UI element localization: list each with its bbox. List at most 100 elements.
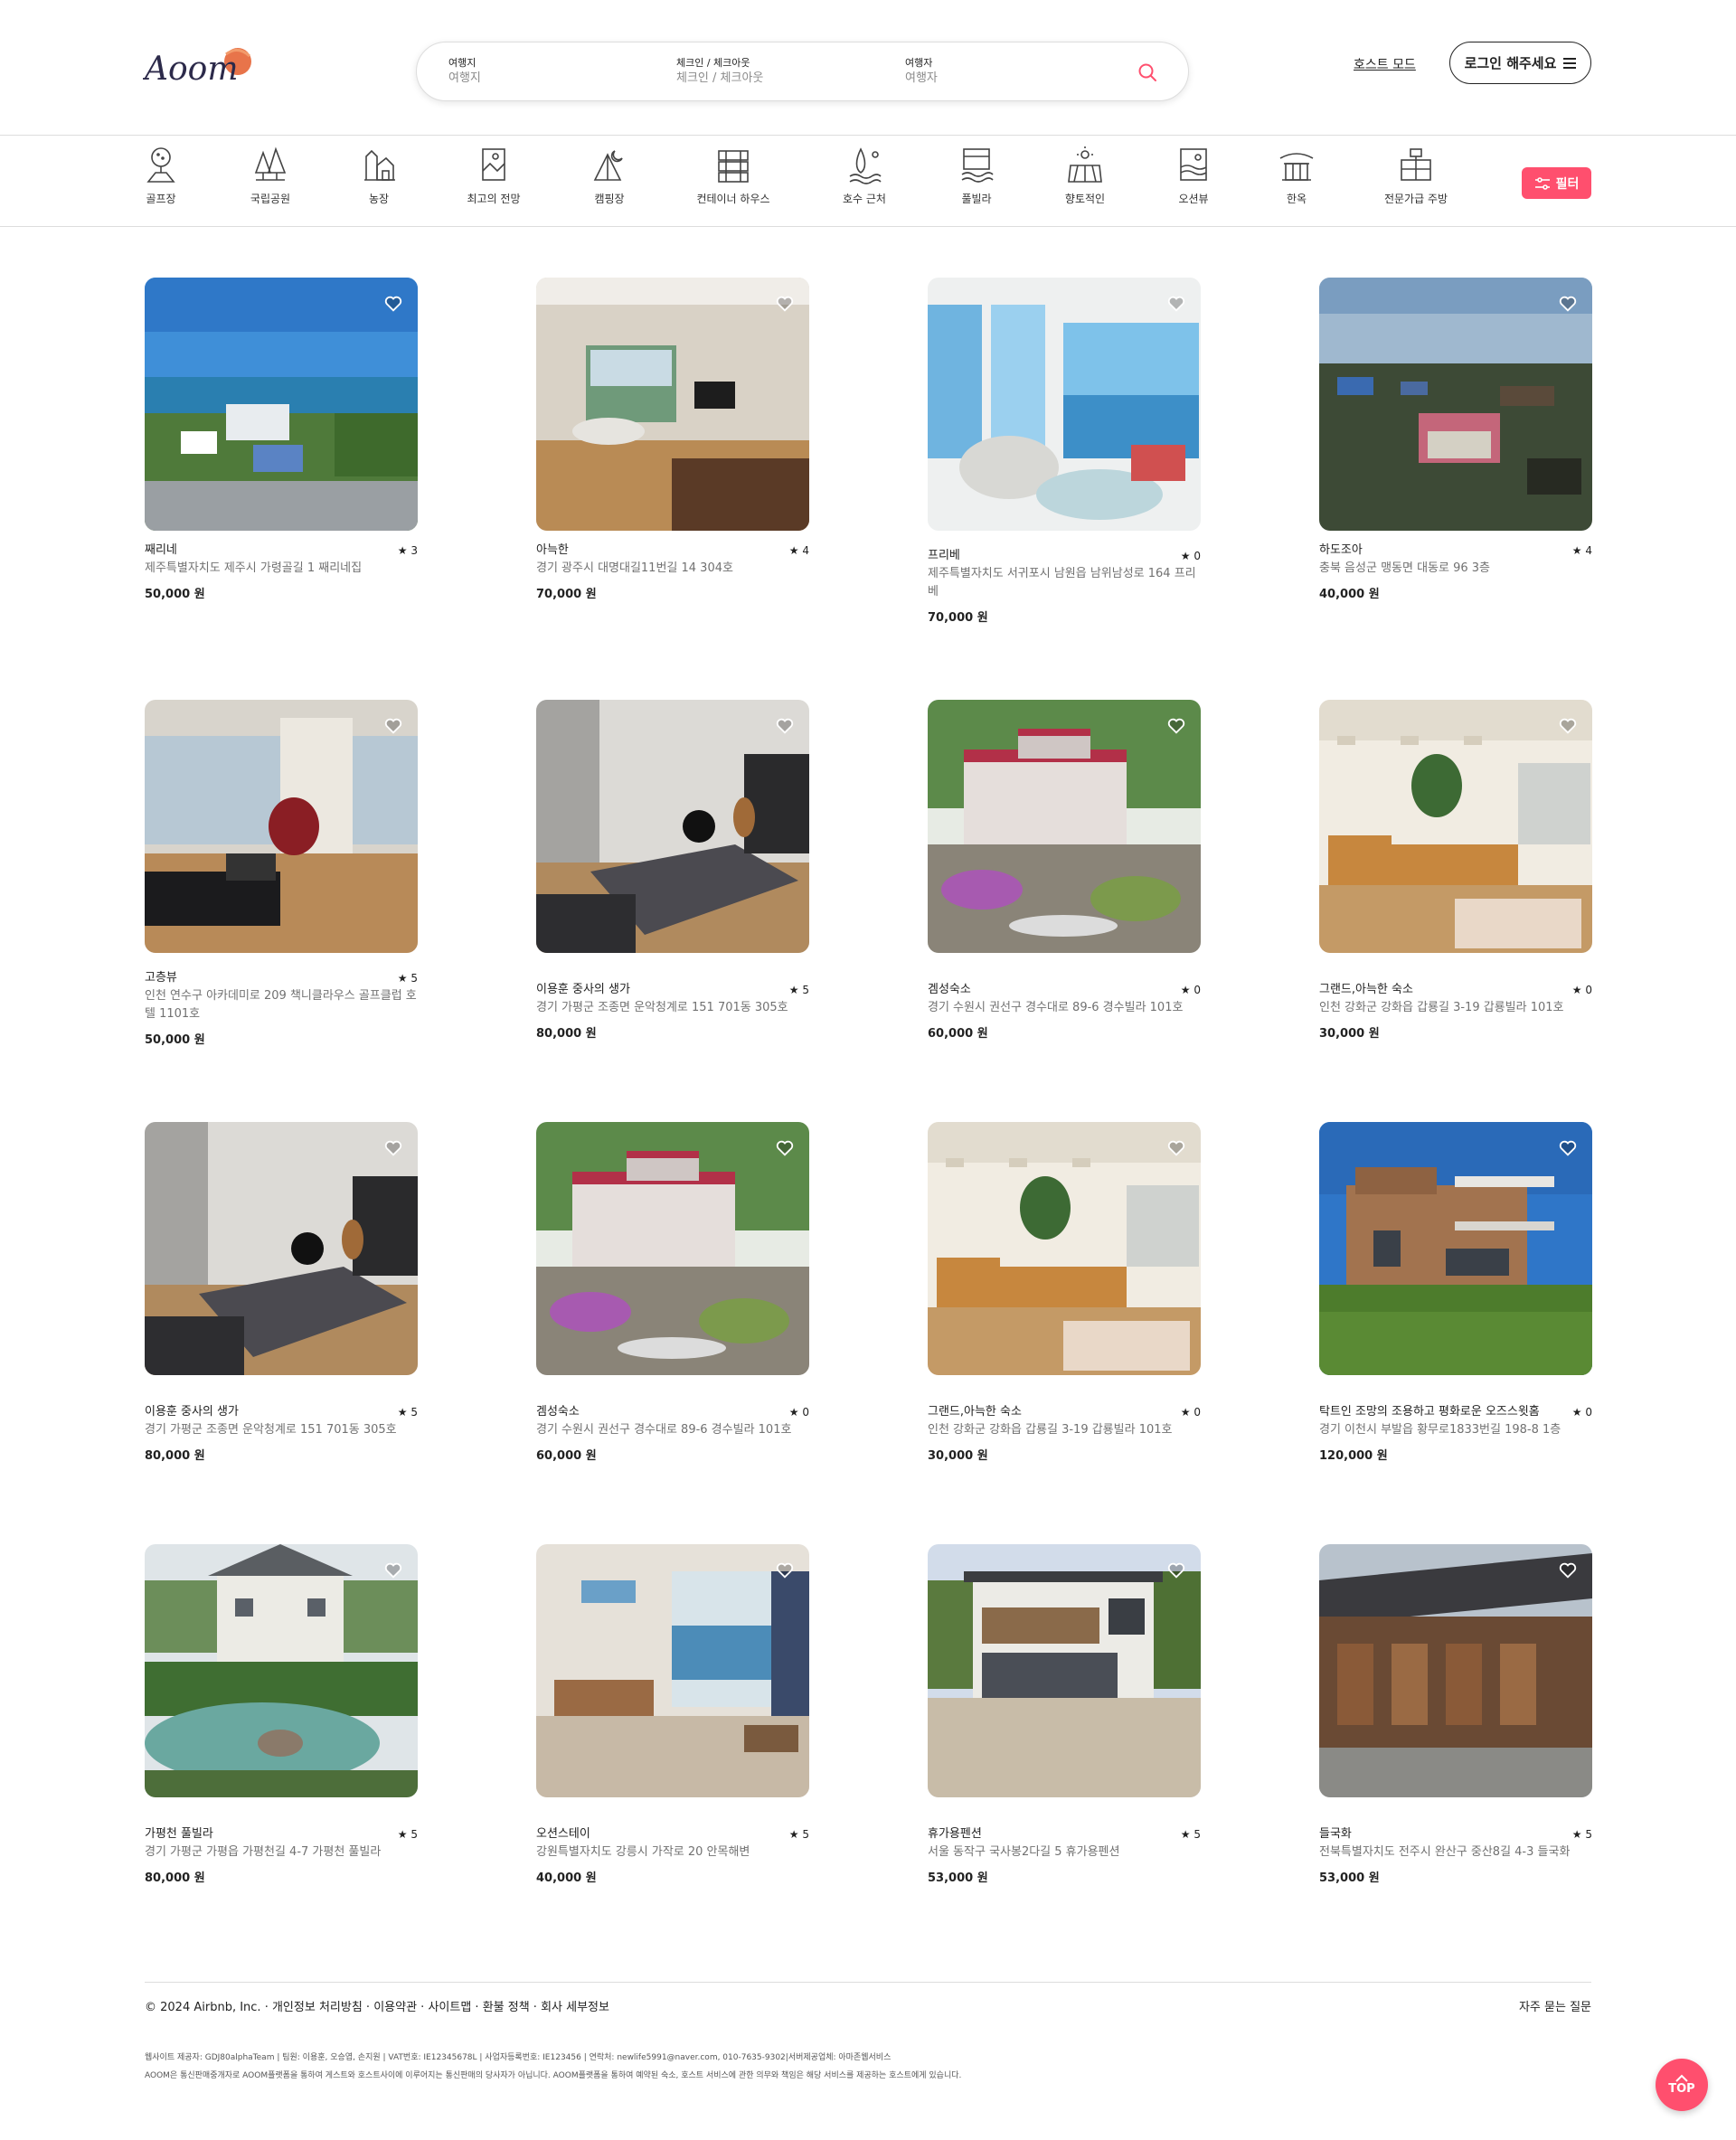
category-camping[interactable]: 캠핑장 bbox=[560, 146, 659, 206]
listing-photo-bedroom[interactable] bbox=[536, 700, 809, 953]
category-golf[interactable]: 골프장 bbox=[111, 146, 211, 206]
heart-icon[interactable] bbox=[1558, 294, 1578, 314]
listing-address: 서울 동작구 국사봉2다길 5 휴가용펜션 bbox=[928, 1845, 1120, 1859]
listing-photo-sofa-room[interactable] bbox=[1319, 700, 1592, 953]
category-ocean-view[interactable]: 오션뷰 bbox=[1144, 146, 1243, 206]
guests-field[interactable]: 여행자 여행자 bbox=[905, 57, 938, 88]
listing-name: 이용훈 중사의 생가 bbox=[145, 1405, 239, 1419]
best-view-icon bbox=[482, 148, 505, 181]
listing-rating: ★ 5 bbox=[1571, 1828, 1592, 1841]
heart-icon[interactable] bbox=[775, 294, 795, 314]
listing-photo-sofa-room[interactable] bbox=[928, 1122, 1201, 1375]
scroll-top-button[interactable]: TOP bbox=[1656, 2059, 1708, 2111]
listing-photo-living-room[interactable] bbox=[536, 278, 809, 531]
star-icon: ★ bbox=[788, 1406, 803, 1419]
heart-icon[interactable] bbox=[1558, 1560, 1578, 1580]
heart-icon[interactable] bbox=[383, 716, 403, 736]
camping-icon bbox=[593, 150, 623, 181]
listing-photo-highrise-lounge[interactable] bbox=[145, 700, 418, 953]
footer-info: 웹사이트 제공자: GDJ80alphaTeam | 팀원: 이용훈, 오승엽,… bbox=[145, 2049, 961, 2085]
container-house-icon bbox=[718, 150, 749, 183]
where-field[interactable]: 여행지 여행지 bbox=[448, 57, 481, 88]
faq-link[interactable]: 자주 묻는 질문 bbox=[1519, 1997, 1591, 2014]
footer-link-privacy[interactable]: 개인정보 처리방침 bbox=[272, 2001, 363, 2014]
listing-photo-garden-house[interactable] bbox=[536, 1122, 809, 1375]
guests-placeholder[interactable]: 여행자 bbox=[905, 70, 938, 88]
listing-rating: ★ 5 bbox=[788, 984, 809, 996]
filter-label: 필터 bbox=[1555, 176, 1580, 192]
listing-rating: ★ 0 bbox=[788, 1406, 809, 1419]
listing-photo-pond-villa[interactable] bbox=[145, 1544, 418, 1797]
heart-icon[interactable] bbox=[383, 1560, 403, 1580]
header: Aoom 여행지 여행지 체크인 / 체크아웃 체크인 / 체크아웃 여행자 여… bbox=[0, 0, 1736, 136]
listing-address: 인천 강화군 강화읍 갑룡길 3-19 갑룡빌라 101호 bbox=[1319, 1001, 1564, 1014]
listing-address: 인천 연수구 아카데미로 209 책니클라우스 골프클럽 호텔 1101호 bbox=[145, 989, 417, 1021]
footer-link-terms[interactable]: 이용약관 bbox=[373, 2001, 417, 2014]
listing-address: 경기 수원시 권선구 경수대로 89-6 경수빌라 101호 bbox=[536, 1423, 792, 1437]
listing-photo-hanok-house[interactable] bbox=[1319, 1544, 1592, 1797]
listing-photo-ocean-view-room[interactable] bbox=[928, 278, 1201, 531]
listing-rating: ★ 0 bbox=[1180, 550, 1201, 562]
listing-photo-garden-house[interactable] bbox=[928, 700, 1201, 953]
heart-icon[interactable] bbox=[1166, 294, 1186, 314]
heart-icon[interactable] bbox=[1558, 1138, 1578, 1158]
listing-address: 경기 수원시 권선구 경수대로 89-6 경수빌라 101호 bbox=[928, 1001, 1184, 1014]
login-button[interactable]: 로그인 해주세요 bbox=[1449, 42, 1591, 84]
heart-icon[interactable] bbox=[1166, 716, 1186, 736]
listing-price: 60,000 원 bbox=[536, 1449, 597, 1463]
category-label: 오션뷰 bbox=[1178, 193, 1209, 205]
heart-icon[interactable] bbox=[775, 1560, 795, 1580]
footer-link-sitemap[interactable]: 사이트맵 bbox=[428, 2001, 471, 2014]
listing-photo-brick-house[interactable] bbox=[1319, 1122, 1592, 1375]
listing-info: 오션스테이 ★ 5 강원특별자치도 강릉시 가작로 20 안목해변 40,000 … bbox=[536, 1825, 809, 1888]
sliders-icon bbox=[1534, 176, 1550, 190]
listing-price: 40,000 원 bbox=[536, 1871, 597, 1885]
listing-info: 이용훈 중사의 생가 ★ 5 경기 가평군 조종면 운악청계로 151 701동 … bbox=[536, 981, 809, 1043]
logo[interactable]: Aoom bbox=[143, 42, 256, 92]
heart-icon[interactable] bbox=[775, 1138, 795, 1158]
heart-icon[interactable] bbox=[1166, 1560, 1186, 1580]
search-button[interactable] bbox=[1133, 58, 1162, 87]
listing-photo-ocean-apartment[interactable] bbox=[536, 1544, 809, 1797]
listing-address: 경기 가평군 조종면 운악청계로 151 701동 305호 bbox=[145, 1423, 397, 1437]
category-national-park[interactable]: 국립공원 bbox=[221, 146, 320, 206]
login-label: 로그인 해주세요 bbox=[1464, 55, 1557, 71]
category-container-house[interactable]: 컨테이너 하우스 bbox=[684, 146, 783, 206]
heart-icon[interactable] bbox=[1166, 1138, 1186, 1158]
category-countryside[interactable]: 향토적인 bbox=[1035, 146, 1135, 206]
listing-price: 40,000 원 bbox=[1319, 588, 1380, 601]
footer-link-refund[interactable]: 환불 정책 bbox=[483, 2001, 530, 2014]
filter-button[interactable]: 필터 bbox=[1522, 167, 1591, 199]
category-bar: 골프장 국립공원 농장 최고의 전망 캠핑장 컨테이너 하우스 호수 근처 풀빌… bbox=[0, 137, 1736, 227]
listing-address: 경기 광주시 대명대길11번길 14 304호 bbox=[536, 561, 733, 575]
where-placeholder[interactable]: 여행지 bbox=[448, 70, 481, 88]
heart-icon[interactable] bbox=[383, 1138, 403, 1158]
category-lake[interactable]: 호수 근처 bbox=[815, 146, 914, 206]
category-hanok[interactable]: 한옥 bbox=[1247, 146, 1346, 206]
dates-field[interactable]: 체크인 / 체크아웃 체크인 / 체크아웃 bbox=[676, 57, 763, 88]
category-best-view[interactable]: 최고의 전망 bbox=[444, 146, 543, 206]
host-mode-link[interactable]: 호스트 모드 bbox=[1354, 55, 1416, 73]
listing-photo-aerial-village[interactable] bbox=[1319, 278, 1592, 531]
heart-icon[interactable] bbox=[1558, 716, 1578, 736]
listing-name: 프리베 bbox=[928, 549, 960, 562]
heart-icon[interactable] bbox=[383, 294, 403, 314]
star-icon: ★ bbox=[1180, 550, 1194, 562]
listing-photo-pension[interactable] bbox=[928, 1544, 1201, 1797]
category-chef-kitchen[interactable]: 전문가급 주방 bbox=[1366, 146, 1466, 206]
listing-info: 그랜드,아늑한 숙소 ★ 0 인천 강화군 강화읍 갑룡길 3-19 갑룡빌라 1… bbox=[928, 1403, 1201, 1466]
listing-address: 경기 가평군 가평읍 가평천길 4-7 가평천 풀빌라 bbox=[145, 1845, 382, 1859]
category-label: 풀빌라 bbox=[961, 193, 992, 205]
category-pool-villa[interactable]: 풀빌라 bbox=[927, 146, 1026, 206]
listing-photo-bedroom[interactable] bbox=[145, 1122, 418, 1375]
listing-info: 고층뷰 ★ 5 인천 연수구 아카데미로 209 책니클라우스 골프클럽 호텔 1… bbox=[145, 969, 418, 1050]
listing-rating: ★ 3 bbox=[397, 544, 418, 557]
category-farm[interactable]: 농장 bbox=[329, 146, 429, 206]
listing-photo-harbor-town[interactable] bbox=[145, 278, 418, 531]
dates-placeholder[interactable]: 체크인 / 체크아웃 bbox=[676, 70, 763, 88]
heart-icon[interactable] bbox=[775, 716, 795, 736]
star-icon: ★ bbox=[1180, 1406, 1194, 1419]
listing-info: 하도조아 ★ 4 충북 음성군 맹동면 대동로 96 3층 40,000 원 bbox=[1319, 542, 1592, 604]
countryside-icon bbox=[1068, 146, 1102, 183]
footer-link-company[interactable]: 회사 세부정보 bbox=[541, 2001, 609, 2014]
